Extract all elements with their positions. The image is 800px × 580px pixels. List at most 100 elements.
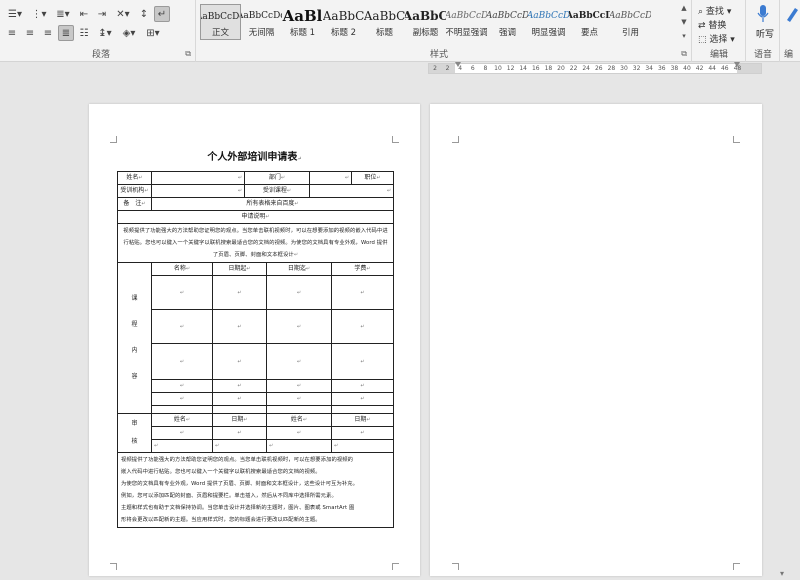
course-cell[interactable]: [266, 405, 333, 414]
decrease-indent-icon[interactable]: ⇤: [76, 6, 92, 22]
multilevel-list-icon[interactable]: ≣▾: [52, 6, 74, 22]
course-cell[interactable]: ↵: [151, 379, 213, 393]
ruler-tick: 2: [445, 65, 450, 72]
org-value-cell[interactable]: ↵: [150, 184, 246, 198]
style-preview: AaBbCcDd: [201, 12, 240, 22]
edit-group-label: 编辑: [710, 50, 729, 60]
style-item[interactable]: AaBbC 标题 2: [323, 4, 364, 40]
paragraph-launcher-icon[interactable]: ⧉: [185, 49, 191, 59]
course-cell[interactable]: ↵: [211, 309, 268, 344]
approve-cell[interactable]: ↵: [211, 439, 268, 453]
course-cell[interactable]: ↵: [151, 392, 213, 406]
approve-cell[interactable]: ↵: [211, 426, 268, 440]
chevron-up-icon[interactable]: ▲: [681, 4, 686, 12]
course-cell[interactable]: ↵: [266, 379, 333, 393]
dictate-label[interactable]: 听写: [756, 27, 774, 40]
page-1[interactable]: 个人外部培训申请表↵ 姓名↵ ↵ 部门↵ ↵ 职位↵ 受训机构↵ ↵ 受训课程↵…: [89, 104, 420, 576]
select-button[interactable]: ⬚ 选择 ▾: [698, 32, 735, 45]
course-cell[interactable]: ↵: [331, 275, 395, 310]
style-item[interactable]: AaBbC 标题: [364, 4, 405, 40]
footer-line: 视频提供了功能强大的方法帮助您证明您的观点。当您单击联机视频时，可以在想要添加的…: [121, 457, 354, 463]
course-cell[interactable]: ↵: [331, 379, 395, 393]
approve-cell[interactable]: ↵: [266, 426, 333, 440]
course-cell[interactable]: ↵: [266, 343, 333, 380]
styles-group: AaBbCcDd正文AaBbCcDd无间隔AaBl标题 1AaBbC标题 2Aa…: [198, 0, 692, 62]
style-item[interactable]: AaBbCcDd 无间隔: [241, 4, 282, 40]
desc-text-cell[interactable]: 视频提供了功能强大的方法帮助您证明您的观点。当您单击联机视频时，可以在想要添加的…: [116, 223, 395, 263]
style-preview: AaBbCcD: [569, 11, 610, 21]
style-item[interactable]: AaBbCcD 要点: [569, 4, 610, 40]
page-2[interactable]: [430, 104, 762, 576]
style-item[interactable]: AaBbCcD 引用: [610, 4, 651, 40]
style-name: 标题: [375, 28, 393, 38]
course-cell[interactable]: [151, 405, 213, 414]
shading-icon[interactable]: ◈▾: [118, 25, 140, 41]
numbering-icon[interactable]: ⋮▾: [28, 6, 50, 22]
style-item[interactable]: AaBbCcD 不明显强调: [446, 4, 487, 40]
course-cell[interactable]: ↵: [211, 392, 268, 406]
replace-button[interactable]: ⇄ 替换: [698, 18, 726, 31]
align-left-icon[interactable]: ≡: [4, 25, 20, 41]
approve-cell[interactable]: ↵: [151, 426, 213, 440]
course-cell[interactable]: ↵: [266, 392, 333, 406]
gallery-scroll[interactable]: ▲ ▼ ▾: [679, 4, 689, 40]
approve-cell[interactable]: ↵: [151, 439, 213, 453]
chevron-down-icon[interactable]: ▼: [681, 18, 686, 26]
editor-icon[interactable]: [785, 4, 799, 24]
course-cell[interactable]: ↵: [151, 343, 213, 380]
course-cell[interactable]: ↵: [151, 275, 213, 310]
style-name: 标题 2: [330, 28, 357, 38]
microphone-icon[interactable]: [757, 4, 769, 24]
show-marks-icon[interactable]: ↵: [154, 6, 170, 22]
course-cell[interactable]: ↵: [331, 343, 395, 380]
ruler-tick: 32: [632, 65, 641, 72]
chinese-layout-icon[interactable]: ✕▾: [112, 6, 134, 22]
approve-cell[interactable]: ↵: [331, 426, 395, 440]
line-spacing-icon[interactable]: ↨▾: [94, 25, 116, 41]
course-cell[interactable]: ↵: [151, 309, 213, 344]
borders-icon[interactable]: ⊞▾: [142, 25, 164, 41]
form-title[interactable]: 个人外部培训申请表↵: [89, 148, 420, 163]
align-right-icon[interactable]: ≡: [40, 25, 56, 41]
approve-cell[interactable]: ↵: [331, 439, 395, 453]
style-name: 标题 1: [289, 28, 316, 38]
course-value-cell[interactable]: ↵: [309, 184, 395, 198]
styles-launcher-icon[interactable]: ⧉: [681, 49, 687, 59]
course-cell[interactable]: ↵: [211, 343, 268, 380]
course-cell[interactable]: ↵: [331, 392, 395, 406]
style-preview: AaBbCcD: [487, 11, 528, 21]
corner-mark: [110, 563, 117, 570]
gallery-more-icon[interactable]: ▾: [682, 32, 686, 40]
footer-text-cell[interactable]: 视频提供了功能强大的方法帮助您证明您的观点。当您单击联机视频时，可以在想要添加的…: [116, 452, 395, 528]
align-center-icon[interactable]: ≡: [22, 25, 38, 41]
style-item[interactable]: AaBbC 副标题: [405, 4, 446, 40]
find-button[interactable]: ⌕ 查找 ▾: [698, 4, 731, 17]
course-cell[interactable]: ↵: [211, 275, 268, 310]
course-cell[interactable]: [331, 405, 395, 414]
bullets-icon[interactable]: ☰▾: [4, 6, 26, 22]
approve-cell[interactable]: ↵: [266, 439, 333, 453]
footer-line: 形将会更改以匹配新的主题。当应用样式时，您的标题会进行更改以匹配新的主题。: [121, 517, 321, 523]
application-form-table[interactable]: 姓名↵ ↵ 部门↵ ↵ 职位↵ 受训机构↵ ↵ 受训课程↵ ↵ 备 注↵ 所有表…: [116, 171, 395, 528]
remark-value-cell[interactable]: 所有表格来自百度↵: [150, 197, 395, 211]
course-header-name-text: 名称: [173, 265, 186, 272]
dept-value-cell[interactable]: ↵: [309, 171, 353, 185]
sort-icon[interactable]: ↕: [136, 6, 152, 22]
corner-mark: [392, 136, 399, 143]
course-cell[interactable]: ↵: [331, 309, 395, 344]
style-item[interactable]: AaBl 标题 1: [282, 4, 323, 40]
course-cell[interactable]: ↵: [211, 379, 268, 393]
horizontal-ruler[interactable]: 2 2 4 6 8 10 12 14 16 18 20 22 24 26 28 30 32 34 36 38 40 42 4…: [428, 62, 762, 74]
course-cell[interactable]: ↵: [266, 275, 333, 310]
course-cell[interactable]: [211, 405, 268, 414]
style-item[interactable]: AaBbCcD 强调: [487, 4, 528, 40]
increase-indent-icon[interactable]: ⇥: [94, 6, 110, 22]
name-value-cell[interactable]: ↵: [150, 171, 246, 185]
distributed-icon[interactable]: ☷: [76, 25, 92, 41]
style-item[interactable]: AaBbCcD 明显强调: [528, 4, 569, 40]
select-label: 选择: [709, 35, 728, 45]
course-cell[interactable]: ↵: [266, 309, 333, 344]
justify-icon[interactable]: ≣: [58, 25, 74, 41]
style-item[interactable]: AaBbCcDd 正文: [200, 4, 241, 40]
scroll-down-icon[interactable]: ▾: [780, 569, 784, 578]
